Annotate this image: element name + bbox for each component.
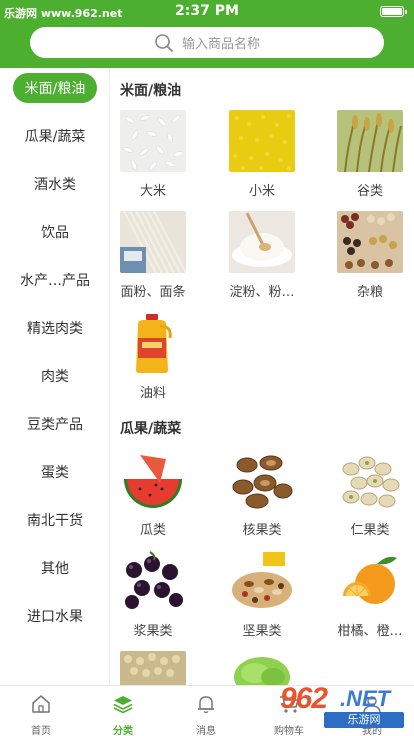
product-category-label: 小米	[248, 184, 275, 199]
product-category-label: 核果类	[242, 523, 282, 538]
product-category-cell[interactable]: 核果类	[220, 449, 300, 541]
product-category-cell[interactable]: 瓜类	[111, 449, 191, 541]
sidebar-item-label: 瓜果/蔬菜	[24, 129, 86, 145]
layers-icon	[112, 693, 134, 715]
noodles-image	[120, 211, 186, 273]
sidebar-item-label: 精选肉类	[27, 321, 83, 337]
tab-label: 消息	[196, 726, 216, 736]
sidebar-item-rice-oil[interactable]: 米面/粮油	[0, 73, 110, 103]
category-sidebar: 米面/粮油 瓜果/蔬菜 酒水类 饮品 水产…产品 精选肉类 肉类 豆类产品 蛋类…	[0, 68, 110, 685]
tab-messages[interactable]: 消息	[165, 686, 247, 736]
product-category-cell[interactable]: 淀粉、粉…	[220, 211, 300, 303]
sidebar-item-other[interactable]: 其他	[0, 553, 110, 583]
pecan-image	[229, 449, 295, 511]
product-category-label: 杂粮	[356, 285, 383, 300]
product-category-cell[interactable]: 浆果类	[111, 550, 191, 642]
sidebar-item-label: 其他	[41, 561, 69, 577]
rice-image	[120, 110, 186, 172]
logo-caption: 乐游网	[324, 712, 404, 728]
product-category-label: 瓜类	[139, 523, 166, 538]
category-content: 米面/粮油 大米 小米 谷类 面粉、面条 淀粉、粉… 杂粮 油料 瓜果/蔬菜 瓜…	[110, 68, 414, 685]
section-title: 米面/粮油	[120, 83, 182, 99]
sidebar-item-soy[interactable]: 豆类产品	[0, 409, 110, 439]
sidebar-item-label: 南北干货	[27, 513, 83, 529]
sidebar-item-label: 饮品	[41, 225, 69, 241]
grain-image	[337, 110, 403, 172]
logo-suffix: .NET	[340, 686, 391, 711]
beans-image	[337, 211, 403, 273]
berries-image	[120, 550, 186, 612]
product-category-cell[interactable]: 坚果类	[220, 550, 300, 642]
sidebar-item-label: 水产…产品	[20, 273, 90, 289]
orange-image	[337, 550, 403, 612]
section-title: 瓜果/蔬菜	[120, 421, 182, 437]
lettuce-image	[229, 651, 295, 685]
product-category-label: 仁果类	[350, 523, 390, 538]
product-category-cell[interactable]: 面粉、面条	[111, 211, 191, 303]
pistachio-image	[337, 449, 403, 511]
sidebar-item-seafood[interactable]: 水产…产品	[0, 265, 110, 295]
search-bar[interactable]: 输入商品名称	[30, 27, 384, 58]
sidebar-item-beverages[interactable]: 饮品	[0, 217, 110, 247]
dried-fruit-image	[120, 651, 186, 685]
product-category-cell[interactable]: 大米	[111, 110, 191, 202]
product-category-label: 浆果类	[133, 624, 173, 639]
flour-image	[229, 211, 295, 273]
watermark-logo: 962 .NET 乐游网	[280, 682, 410, 730]
tab-category[interactable]: 分类	[82, 686, 164, 736]
logo-number: 962	[280, 682, 328, 715]
tab-label: 分类	[113, 726, 133, 736]
product-category-cell[interactable]: 油料	[111, 312, 191, 404]
product-category-label: 谷类	[356, 184, 383, 199]
sidebar-item-label: 豆类产品	[27, 417, 83, 433]
sidebar-item-label: 肉类	[41, 369, 69, 385]
sidebar-item-imported-fruit[interactable]: 进口水果	[0, 601, 110, 631]
product-category-cell[interactable]: 谷类	[328, 110, 408, 202]
product-category-cell[interactable]: 仁果类	[328, 449, 408, 541]
sidebar-item-meat[interactable]: 肉类	[0, 361, 110, 391]
search-input[interactable]: 输入商品名称	[182, 33, 260, 52]
header-bar: 乐游网 www.962.net 2:37 PM 输入商品名称	[0, 0, 414, 68]
product-category-cell[interactable]: 柑橘、橙…	[328, 550, 408, 642]
product-category-cell[interactable]: 小米	[220, 110, 300, 202]
product-category-label: 柑橘、橙…	[337, 624, 403, 639]
sidebar-item-select-meat[interactable]: 精选肉类	[0, 313, 110, 343]
sidebar-item-label: 进口水果	[27, 609, 83, 625]
sidebar-item-eggs[interactable]: 蛋类	[0, 457, 110, 487]
sidebar-item-label: 米面/粮油	[12, 73, 98, 103]
home-icon	[30, 693, 52, 715]
sidebar-item-label: 蛋类	[41, 465, 69, 481]
mixed-nuts-image	[229, 550, 295, 612]
search-icon	[154, 33, 174, 53]
bell-icon	[195, 693, 217, 715]
sidebar-item-fruit-veg[interactable]: 瓜果/蔬菜	[0, 121, 110, 151]
sidebar-item-label: 酒水类	[34, 177, 76, 193]
product-category-label: 大米	[139, 184, 166, 199]
sidebar-item-dry-goods[interactable]: 南北干货	[0, 505, 110, 535]
sidebar-item-drinks-alcohol[interactable]: 酒水类	[0, 169, 110, 199]
product-category-cell[interactable]: 杂粮	[328, 211, 408, 303]
tab-label: 首页	[31, 726, 51, 736]
watermelon-image	[120, 449, 186, 511]
product-category-label: 坚果类	[242, 624, 282, 639]
battery-icon	[380, 6, 407, 17]
product-category-label: 面粉、面条	[120, 285, 186, 300]
bottom-tab-bar: 首页 分类 消息 购物车 我的 962 .NET 乐游网	[0, 682, 414, 736]
tab-home[interactable]: 首页	[0, 686, 82, 736]
product-category-cell[interactable]	[220, 651, 300, 685]
millet-image	[229, 110, 295, 172]
product-category-label: 油料	[139, 386, 166, 401]
status-time: 2:37 PM	[175, 3, 239, 19]
product-category-label: 淀粉、粉…	[229, 285, 295, 300]
oil-bottle-image	[120, 312, 186, 374]
product-category-cell[interactable]	[111, 651, 191, 685]
